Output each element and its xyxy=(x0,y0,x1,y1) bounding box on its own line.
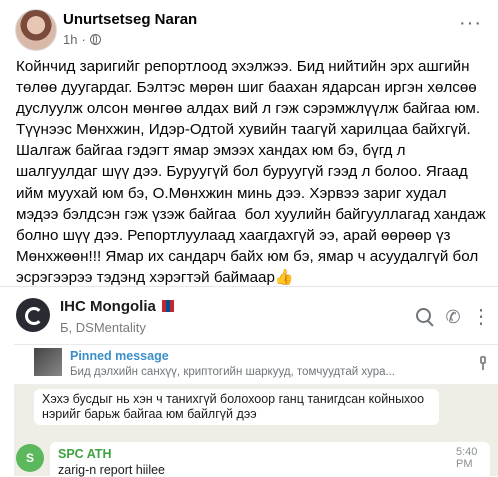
channel-logo-icon xyxy=(16,298,50,332)
post-time[interactable]: 1h xyxy=(63,32,77,47)
pinned-text: Бид дэлхийн санхүү, криптогийн шаркууд, … xyxy=(70,366,396,378)
meta-separator: · xyxy=(81,32,86,47)
telegram-header: IHC Mongolia Б, DSMentality ✆ ⋮ xyxy=(14,292,498,342)
post-header: Unurtsetseg Naran 1h · ··· xyxy=(10,6,488,51)
message-row: S SPC ATH zarig-n report hiilee 5:40 PM xyxy=(14,442,498,477)
post-divider xyxy=(0,286,498,287)
pin-icon xyxy=(476,356,490,370)
message-text: zarig-n report hiilee xyxy=(58,463,165,477)
pinned-message: Pinned message Бид дэлхийн санхүү, крипт… xyxy=(14,348,498,382)
header-divider xyxy=(14,344,498,345)
message-sender: SPC ATH xyxy=(58,447,112,461)
globe-icon[interactable] xyxy=(89,34,101,45)
channel-subtitle: Б, DSMentality xyxy=(60,320,146,335)
message-bubble: SPC ATH zarig-n report hiilee 5:40 PM xyxy=(50,442,490,477)
telegram-screenshot[interactable]: IHC Mongolia Б, DSMentality ✆ ⋮ Pinned m… xyxy=(14,292,498,477)
menu-icon: ⋮ xyxy=(471,306,491,328)
phone-icon: ✆ xyxy=(445,307,461,327)
author-avatar[interactable] xyxy=(15,9,57,51)
post-meta: 1h · xyxy=(63,32,101,47)
message-bubble: Хэхэ бусдыг нь хэн ч танихгүй болохоор г… xyxy=(34,389,439,425)
pinned-label: Pinned message xyxy=(70,349,169,363)
mongolia-flag-icon xyxy=(162,300,174,312)
post-text: Койнчид заригийг репортлоод эхэлжээ. Бид… xyxy=(16,58,490,286)
sender-avatar: S xyxy=(16,444,44,472)
message-time: 5:40 PM xyxy=(456,446,478,470)
channel-title: IHC Mongolia xyxy=(60,298,156,315)
author-name[interactable]: Unurtsetseg Naran xyxy=(63,11,197,28)
pinned-thumbnail xyxy=(34,348,62,376)
more-options-icon[interactable]: ··· xyxy=(459,12,482,35)
search-icon xyxy=(414,306,436,328)
